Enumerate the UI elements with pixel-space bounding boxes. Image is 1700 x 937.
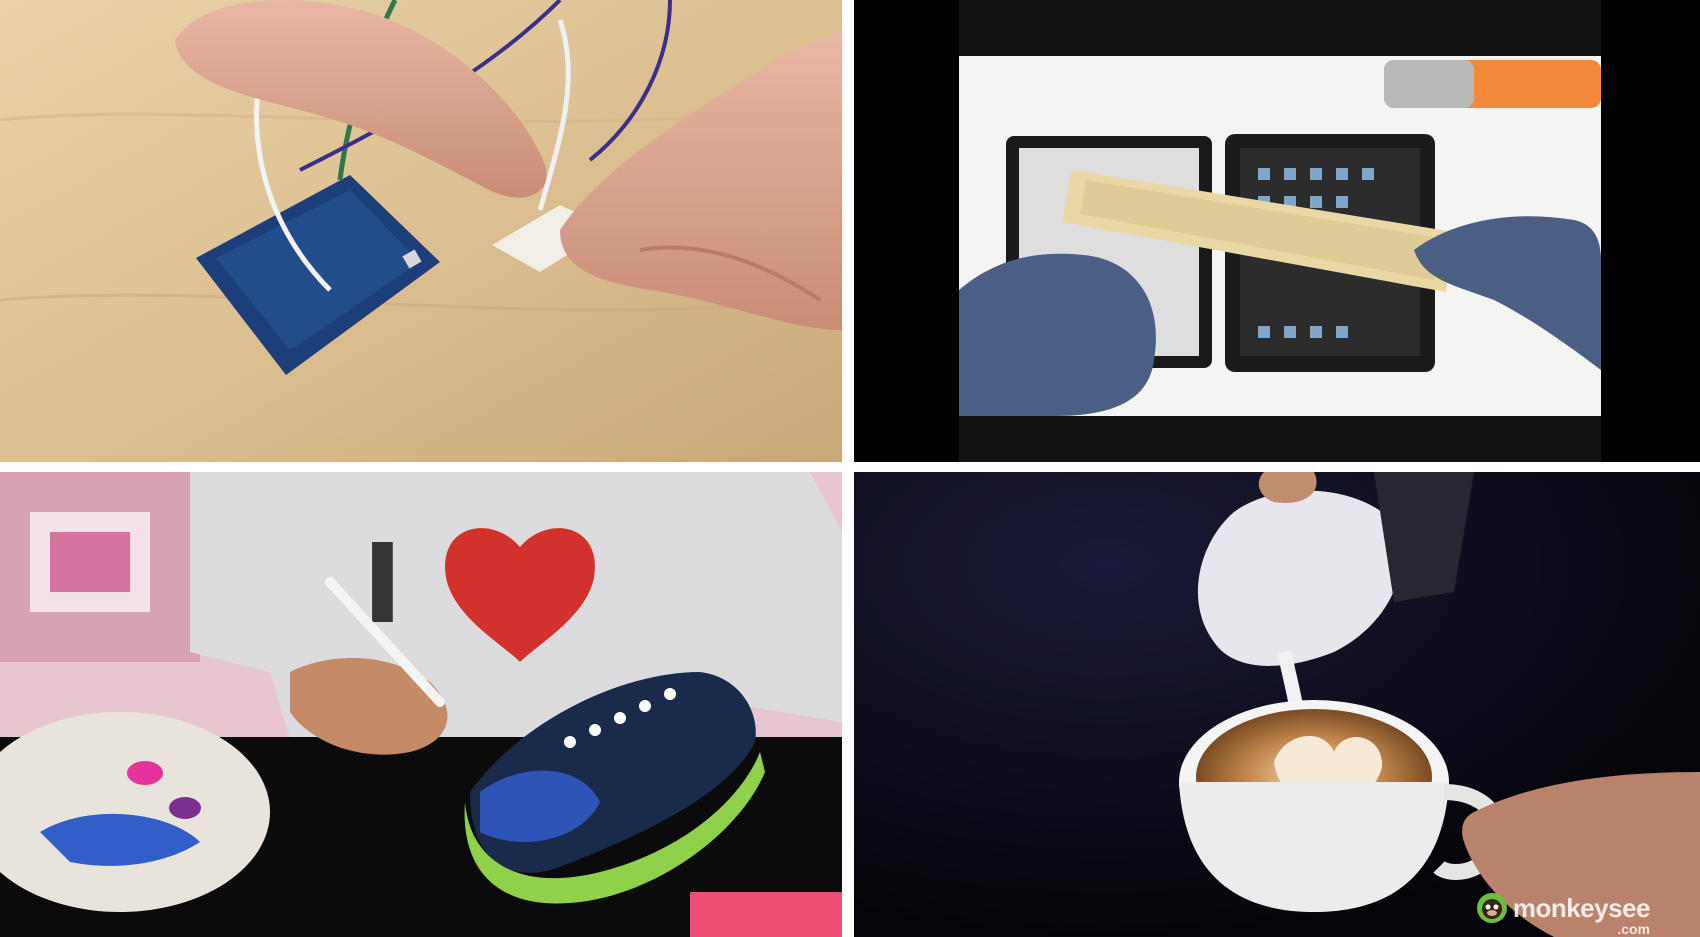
photo-tablet-repair (854, 0, 1700, 462)
photo-latte-art: monkeysee .com (854, 472, 1700, 937)
watermark-suffix: .com (1617, 921, 1650, 937)
photo-shoe-painting: I (0, 472, 842, 937)
shoe-scene: I (0, 472, 842, 937)
tablet-scene (854, 0, 1700, 462)
latte-scene (854, 472, 1700, 937)
arduino-scene (0, 0, 842, 462)
monkey-logo-icon (1476, 893, 1507, 923)
photo-arduino-wiring (0, 0, 842, 462)
brand-watermark: monkeysee .com (1475, 891, 1651, 937)
watermark-word: monkeysee (1512, 892, 1651, 923)
